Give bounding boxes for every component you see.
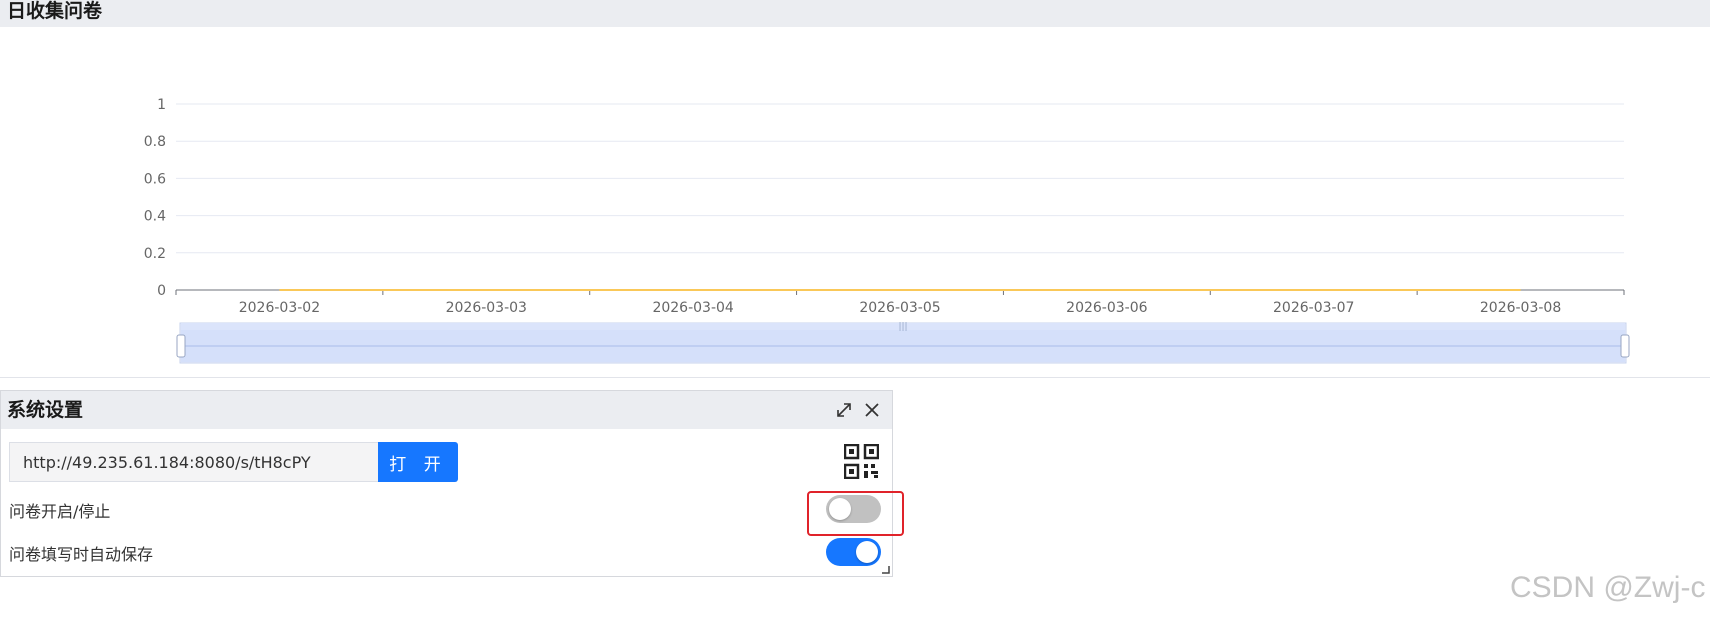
resize-grip-icon[interactable]	[882, 566, 890, 574]
qr-code-icon[interactable]	[844, 444, 879, 479]
chart-panel: 日收集问卷 0 0.2 0.4 0.6 0.8 1 2026-03-02 2026-03-0…	[0, 0, 1710, 378]
open-button[interactable]: 打 开	[378, 442, 458, 482]
autosave-switch[interactable]	[826, 538, 881, 566]
daily-collection-chart: 00.20.40.60.81 2026-03-02 2026-03-03 2026-…	[144, 97, 1630, 364]
y-tick-label: 0.6	[144, 171, 166, 187]
y-axis: 0 0.2 0.4 0.6 0.8 1	[144, 97, 166, 299]
settings-dialog: 系统设置 打 开 问卷开启/停止 问卷填写时自动保存	[0, 390, 893, 577]
data-zoom-drag-grip[interactable]: |||	[898, 322, 907, 332]
switch-knob	[856, 541, 878, 563]
chart-title: 日收集问卷	[0, 0, 1710, 27]
survey-url-row: 打 开	[9, 442, 459, 482]
x-tick-label: 2026-03-07	[1273, 300, 1354, 316]
x-tick-label: 2026-03-04	[652, 300, 733, 316]
x-tick-label: 2026-03-03	[446, 300, 527, 316]
expand-icon[interactable]	[834, 400, 854, 420]
x-axis: 2026-03-02 2026-03-03 2026-03-04 2026-03-05…	[175, 289, 1625, 316]
chart-grid	[176, 103, 1624, 254]
close-icon[interactable]	[862, 400, 882, 420]
x-tick-label: 2026-03-06	[1066, 300, 1147, 316]
data-zoom-handle-right[interactable]	[1620, 334, 1630, 358]
y-tick-label: 1	[157, 97, 166, 113]
watermark: CSDN @Zwj-c	[1510, 571, 1706, 604]
toggle-autosave-label: 问卷填写时自动保存	[9, 545, 154, 564]
switch-knob	[829, 498, 851, 520]
y-tick-label: 0.4	[144, 209, 166, 225]
y-tick-label: 0	[157, 283, 166, 299]
x-tick-label: 2026-03-05	[859, 300, 940, 316]
x-tick-label: 2026-03-02	[239, 300, 320, 316]
x-tick-label: 2026-03-08	[1480, 300, 1561, 316]
settings-title: 系统设置	[7, 399, 84, 421]
y-tick-label: 0.2	[144, 246, 166, 262]
settings-header: 系统设置	[1, 391, 892, 429]
survey-url-input[interactable]	[9, 442, 379, 482]
data-zoom-slider[interactable]: |||	[176, 322, 1630, 364]
survey-open-switch[interactable]	[826, 495, 881, 523]
data-zoom-handle-left[interactable]	[176, 334, 186, 358]
toggle-open-label: 问卷开启/停止	[9, 502, 111, 521]
y-tick-label: 0.8	[144, 134, 166, 150]
